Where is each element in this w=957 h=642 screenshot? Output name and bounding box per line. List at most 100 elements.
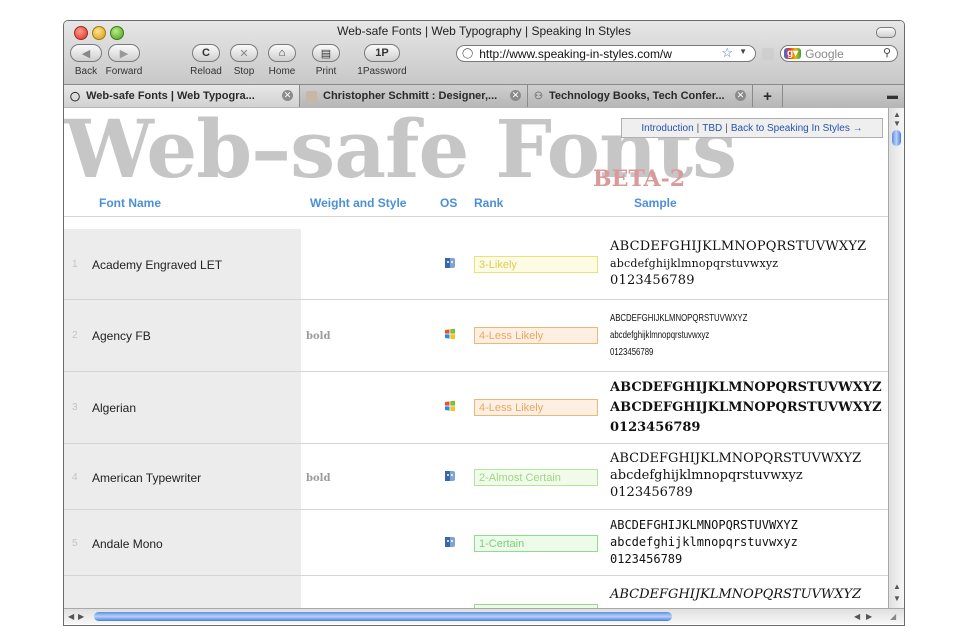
name-cell — [64, 576, 301, 608]
rank-field: 2-Almost Certain — [474, 469, 598, 486]
address-bar[interactable]: ◯ http://www.speaking-in-styles.com/w ☆ … — [456, 45, 756, 62]
back-button[interactable]: ◀ — [70, 44, 102, 62]
vertical-scroll-thumb[interactable] — [892, 130, 901, 146]
font-sample: ABCDEFGHIJKLMNOPQRSTUVWXYZ abcdefghijklm… — [610, 517, 798, 568]
row-number: 3 — [72, 402, 78, 413]
row-number: 1 — [72, 259, 78, 270]
font-weight: bold — [306, 473, 331, 484]
print-label: Print — [315, 66, 337, 77]
toolbar-toggle-button[interactable] — [876, 27, 896, 38]
rank-field: 4-Less Likely — [474, 327, 598, 344]
home-icon: ⌂ — [278, 47, 286, 59]
sample-line: abcdefghijklmnopqrstuvwxyz — [610, 468, 803, 483]
tab-web-safe-fonts[interactable]: ◯ Web-safe Fonts | Web Typogra... ✕ — [64, 85, 300, 107]
tab-technology-books[interactable]: ⚇ Technology Books, Tech Confer... ✕ — [528, 85, 753, 107]
tab-label: Technology Books, Tech Confer... — [548, 90, 725, 102]
font-name: Academy Engraved LET — [92, 258, 223, 272]
row-number: 5 — [72, 538, 78, 549]
browser-toolbar: Web-safe Fonts | Web Typography | Speaki… — [64, 21, 904, 108]
tab-overflow-icon[interactable]: ▬ — [887, 90, 898, 102]
font-weight: bold — [306, 331, 331, 342]
resize-grip-icon[interactable]: ◢ — [890, 612, 896, 621]
sample-line: ABCDEFGHIJKLMNOPQRSTUVWXYZ — [610, 518, 798, 532]
stop-icon: ✕ — [239, 47, 249, 60]
rank-field: 1-Certain — [474, 535, 598, 552]
windows-icon — [445, 400, 455, 412]
new-tab-button[interactable]: + — [753, 85, 783, 107]
sample-line: 0123456789 — [610, 347, 654, 358]
close-tab-icon[interactable]: ✕ — [735, 90, 746, 101]
font-name: Agency FB — [92, 329, 151, 343]
reload-icon: C — [202, 47, 210, 59]
scroll-right-icon[interactable]: ▶ — [866, 612, 872, 621]
windows-icon — [445, 328, 455, 340]
sample-line: ABCDEFGHIJKLMNOPQRSTUVWXYZ — [610, 451, 862, 466]
sample-line: ABCDEFGHIJKLMNOPQRSTUVWXYZ — [610, 313, 748, 324]
table-row: 1 Academy Engraved LET 3-Likely ABCDEFGH… — [64, 229, 888, 300]
stop-label: Stop — [233, 66, 255, 77]
stop-button[interactable]: ✕ — [230, 44, 258, 62]
sample-line: abcdefghijklmnopqrstuvwxyz — [610, 535, 798, 549]
scroll-left-icon[interactable]: ◀ — [854, 612, 860, 621]
url-text: http://www.speaking-in-styles.com/w — [479, 46, 672, 61]
mac-icon — [445, 258, 455, 268]
scroll-down-icon[interactable]: ▼ — [893, 594, 901, 603]
font-sample: ABCDEFGHIJKLMNOPQRSTUVWXYZ abcdefghijklm… — [610, 310, 747, 361]
google-engine-icon[interactable]: g▾ — [784, 48, 802, 59]
tab-label: Web-safe Fonts | Web Typogra... — [86, 90, 255, 102]
page-content: Web–safe Fonts BETA-2 Introduction | TBD… — [64, 108, 888, 608]
column-header-weight-style: Weight and Style — [310, 196, 407, 210]
reload-label: Reload — [190, 66, 222, 77]
printer-icon: ▤ — [320, 47, 332, 60]
column-header-sample: Sample — [634, 196, 677, 210]
password-button[interactable]: 1P — [364, 44, 400, 62]
scroll-left-icon[interactable]: ◀ — [68, 612, 74, 621]
column-header-os: OS — [440, 196, 458, 210]
scroll-up-icon[interactable]: ▲ — [893, 110, 901, 119]
sample-line: ABCDEFGHIJKLMNOPQRSTUVWXYZ — [610, 239, 867, 254]
tab-bar: ◯ Web-safe Fonts | Web Typogra... ✕ Chri… — [64, 84, 904, 108]
reload-button[interactable]: C — [192, 44, 220, 62]
print-button[interactable]: ▤ — [312, 44, 340, 62]
tab-christopher-schmitt[interactable]: Christopher Schmitt : Designer,... ✕ — [300, 85, 528, 107]
table-row: 3 Algerian 4-Less Likely ABCDEFGHIJKLMNO… — [64, 372, 888, 444]
home-button[interactable]: ⌂ — [268, 44, 296, 62]
search-field[interactable]: g▾ Google ⚲ — [780, 45, 898, 62]
search-icon[interactable]: ⚲ — [883, 46, 891, 59]
header-divider — [64, 216, 888, 217]
close-tab-icon[interactable]: ✕ — [510, 90, 521, 101]
horizontal-scrollbar[interactable]: ◀ ▶ ◀ ▶ ◢ — [64, 608, 904, 624]
forward-button[interactable]: ▶ — [108, 44, 140, 62]
close-tab-icon[interactable]: ✕ — [282, 90, 293, 101]
site-icon: ◯ — [462, 48, 474, 59]
forward-label: Forward — [105, 66, 143, 77]
sample-line: ABCDEFGHIJKLMNOPQRSTUVWXYZ — [610, 400, 882, 415]
sample-line: ABCDEFGHIJKLMNOPQRSTUVWXYZ — [610, 587, 862, 602]
password-icon: 1P — [375, 47, 389, 59]
row-number: 2 — [72, 330, 78, 341]
nav-tbd-link[interactable]: TBD — [702, 123, 722, 134]
back-arrow-icon: ◀ — [81, 47, 91, 60]
scroll-right-icon[interactable]: ▶ — [78, 612, 84, 621]
nav-separator: | — [725, 122, 728, 134]
font-sample: ABCDEFGHIJKLMNOPQRSTUVWXYZ abcdefghijklm… — [610, 238, 866, 289]
window-title: Web-safe Fonts | Web Typography | Speaki… — [337, 24, 631, 38]
mac-icon — [445, 537, 455, 547]
font-name: American Typewriter — [92, 471, 202, 485]
site-icon: ⚇ — [534, 90, 543, 102]
scroll-down-icon[interactable]: ▼ — [893, 119, 901, 128]
horizontal-scroll-thumb[interactable] — [94, 612, 672, 621]
sample-line: 0123456789 — [610, 420, 701, 435]
nav-introduction-link[interactable]: Introduction — [641, 123, 693, 134]
column-header-rank: Rank — [474, 196, 504, 210]
mac-icon — [445, 471, 455, 481]
chevron-down-icon[interactable]: ▼ — [739, 47, 747, 56]
home-label: Home — [268, 66, 296, 77]
reader-icon[interactable] — [762, 48, 774, 60]
tab-label: Christopher Schmitt : Designer,... — [323, 90, 498, 102]
password-label: 1Password — [357, 66, 407, 77]
nav-back-link[interactable]: Back to Speaking In Styles → — [731, 123, 863, 134]
vertical-scrollbar[interactable]: ▲ ▼ ▲ ▼ — [888, 108, 904, 608]
bookmark-star-icon[interactable]: ☆ — [721, 45, 733, 61]
scroll-up-icon[interactable]: ▲ — [893, 582, 901, 591]
